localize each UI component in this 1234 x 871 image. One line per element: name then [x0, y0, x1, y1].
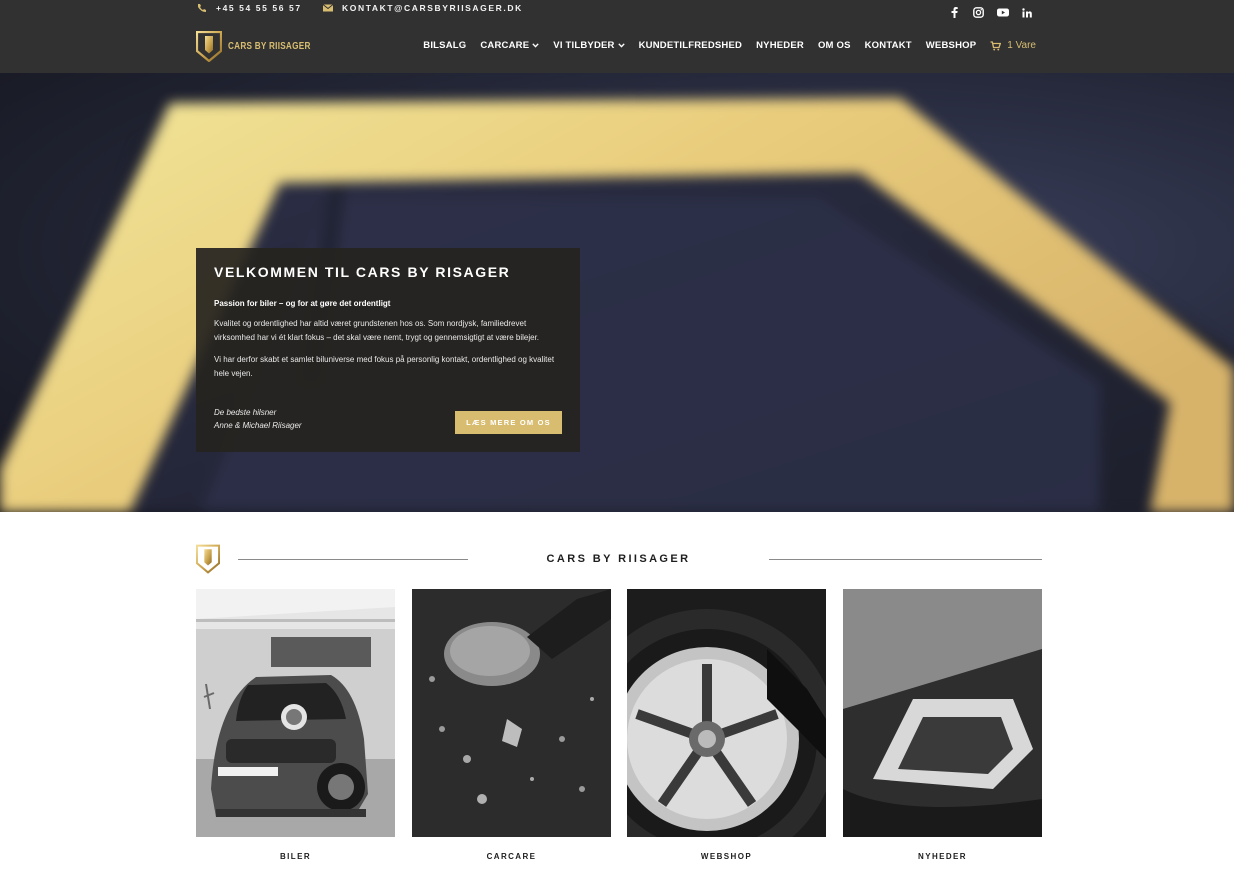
cart-link[interactable]: 1 Vare: [990, 40, 1036, 51]
cart-icon: [990, 40, 1002, 50]
envelope-icon: [322, 4, 334, 12]
hero-card: VELKOMMEN TIL CARS BY RISAGER Passion fo…: [196, 248, 580, 452]
phone-number: +45 54 55 56 57: [216, 3, 302, 13]
nav-label: KUNDETILFREDSHED: [638, 40, 743, 51]
shield-logo-icon: [196, 544, 220, 574]
hero-signature: De bedste hilsner Anne & Michael Riisage…: [214, 406, 302, 432]
tile-label: WEBSHOP: [700, 852, 753, 861]
hero-paragraph: Kvalitet og ordentlighed har altid været…: [214, 319, 540, 342]
site-logo[interactable]: CARS BY RIISAGER: [196, 31, 329, 62]
facebook-icon[interactable]: [948, 6, 961, 19]
nav-kontakt[interactable]: KONTAKT: [865, 40, 912, 51]
logo-text: CARS BY RIISAGER: [228, 41, 311, 52]
tile-biler[interactable]: BILER: [196, 589, 395, 861]
cart-count: 1 Vare: [1007, 40, 1036, 51]
tile-carcare[interactable]: CARCARE: [412, 589, 611, 861]
nav-label: KONTAKT: [864, 40, 912, 51]
tile-label: NYHEDER: [918, 852, 967, 861]
email-address: KONTAKT@CARSBYRIISAGER.DK: [342, 3, 523, 13]
divider: [769, 559, 1042, 560]
instagram-icon[interactable]: [972, 6, 985, 19]
divider: [238, 559, 468, 560]
social-links: [948, 6, 1033, 19]
nav-webshop[interactable]: WEBSHOP: [926, 40, 977, 51]
nav-label: CARCARE: [480, 40, 530, 51]
signature-greeting: De bedste hilsner: [214, 408, 277, 417]
tile-nyheder[interactable]: NYHEDER: [843, 589, 1042, 861]
nav-label: BILSALG: [423, 40, 467, 51]
tile-image: [196, 589, 395, 837]
read-more-button[interactable]: LÆS MERE OM OS: [455, 411, 562, 434]
hero-background-image: [0, 98, 1234, 512]
phone-icon: [198, 4, 206, 12]
section-header: CARS BY RIISAGER: [196, 544, 1042, 576]
email-link[interactable]: KONTAKT@CARSBYRIISAGER.DK: [322, 3, 523, 13]
main-nav: BILSALG CARCARE VI TILBYDER KUNDETILFRED…: [423, 40, 1036, 51]
nav-label: VI TILBYDER: [553, 40, 615, 51]
nav-bilsalg[interactable]: BILSALG: [423, 40, 466, 51]
nav-vi-tilbyder[interactable]: VI TILBYDER: [553, 40, 625, 51]
tile-label: BILER: [280, 852, 311, 861]
nav-label: NYHEDER: [756, 40, 804, 51]
tile-image: [412, 589, 611, 837]
category-tiles: BILER CARCARE WEBSHOP NYHEDER: [196, 589, 1042, 861]
nav-om-os[interactable]: OM OS: [818, 40, 851, 51]
shield-logo-icon: [196, 31, 222, 62]
hero-banner: VELKOMMEN TIL CARS BY RISAGER Passion fo…: [0, 73, 1234, 512]
site-header: +45 54 55 56 57 KONTAKT@CARSBYRIISAGER.D…: [0, 0, 1234, 73]
top-bar: +45 54 55 56 57 KONTAKT@CARSBYRIISAGER.D…: [196, 0, 1038, 22]
tile-image: [843, 589, 1042, 837]
nav-label: OM OS: [817, 40, 851, 51]
linkedin-icon[interactable]: [1020, 6, 1033, 19]
chevron-down-icon: [532, 43, 539, 48]
tile-label: CARCARE: [486, 852, 537, 861]
hero-subtitle: Passion for biler – og for at gøre det o…: [214, 299, 391, 308]
youtube-icon[interactable]: [996, 6, 1009, 19]
signature-names: Anne & Michael Riisager: [214, 421, 302, 430]
hero-paragraph: Vi har derfor skabt et samlet bilunivers…: [214, 355, 555, 378]
nav-label: WEBSHOP: [925, 40, 977, 51]
tile-image: [627, 589, 826, 837]
phone-link[interactable]: +45 54 55 56 57: [196, 3, 302, 13]
nav-nyheder[interactable]: NYHEDER: [756, 40, 804, 51]
nav-carcare[interactable]: CARCARE: [480, 40, 539, 51]
chevron-down-icon: [617, 43, 625, 48]
tile-webshop[interactable]: WEBSHOP: [627, 589, 826, 861]
nav-kundetilfredshed[interactable]: KUNDETILFREDSHED: [639, 40, 742, 51]
hero-title: VELKOMMEN TIL CARS BY RISAGER: [214, 264, 511, 280]
section-title: CARS BY RIISAGER: [546, 553, 691, 565]
